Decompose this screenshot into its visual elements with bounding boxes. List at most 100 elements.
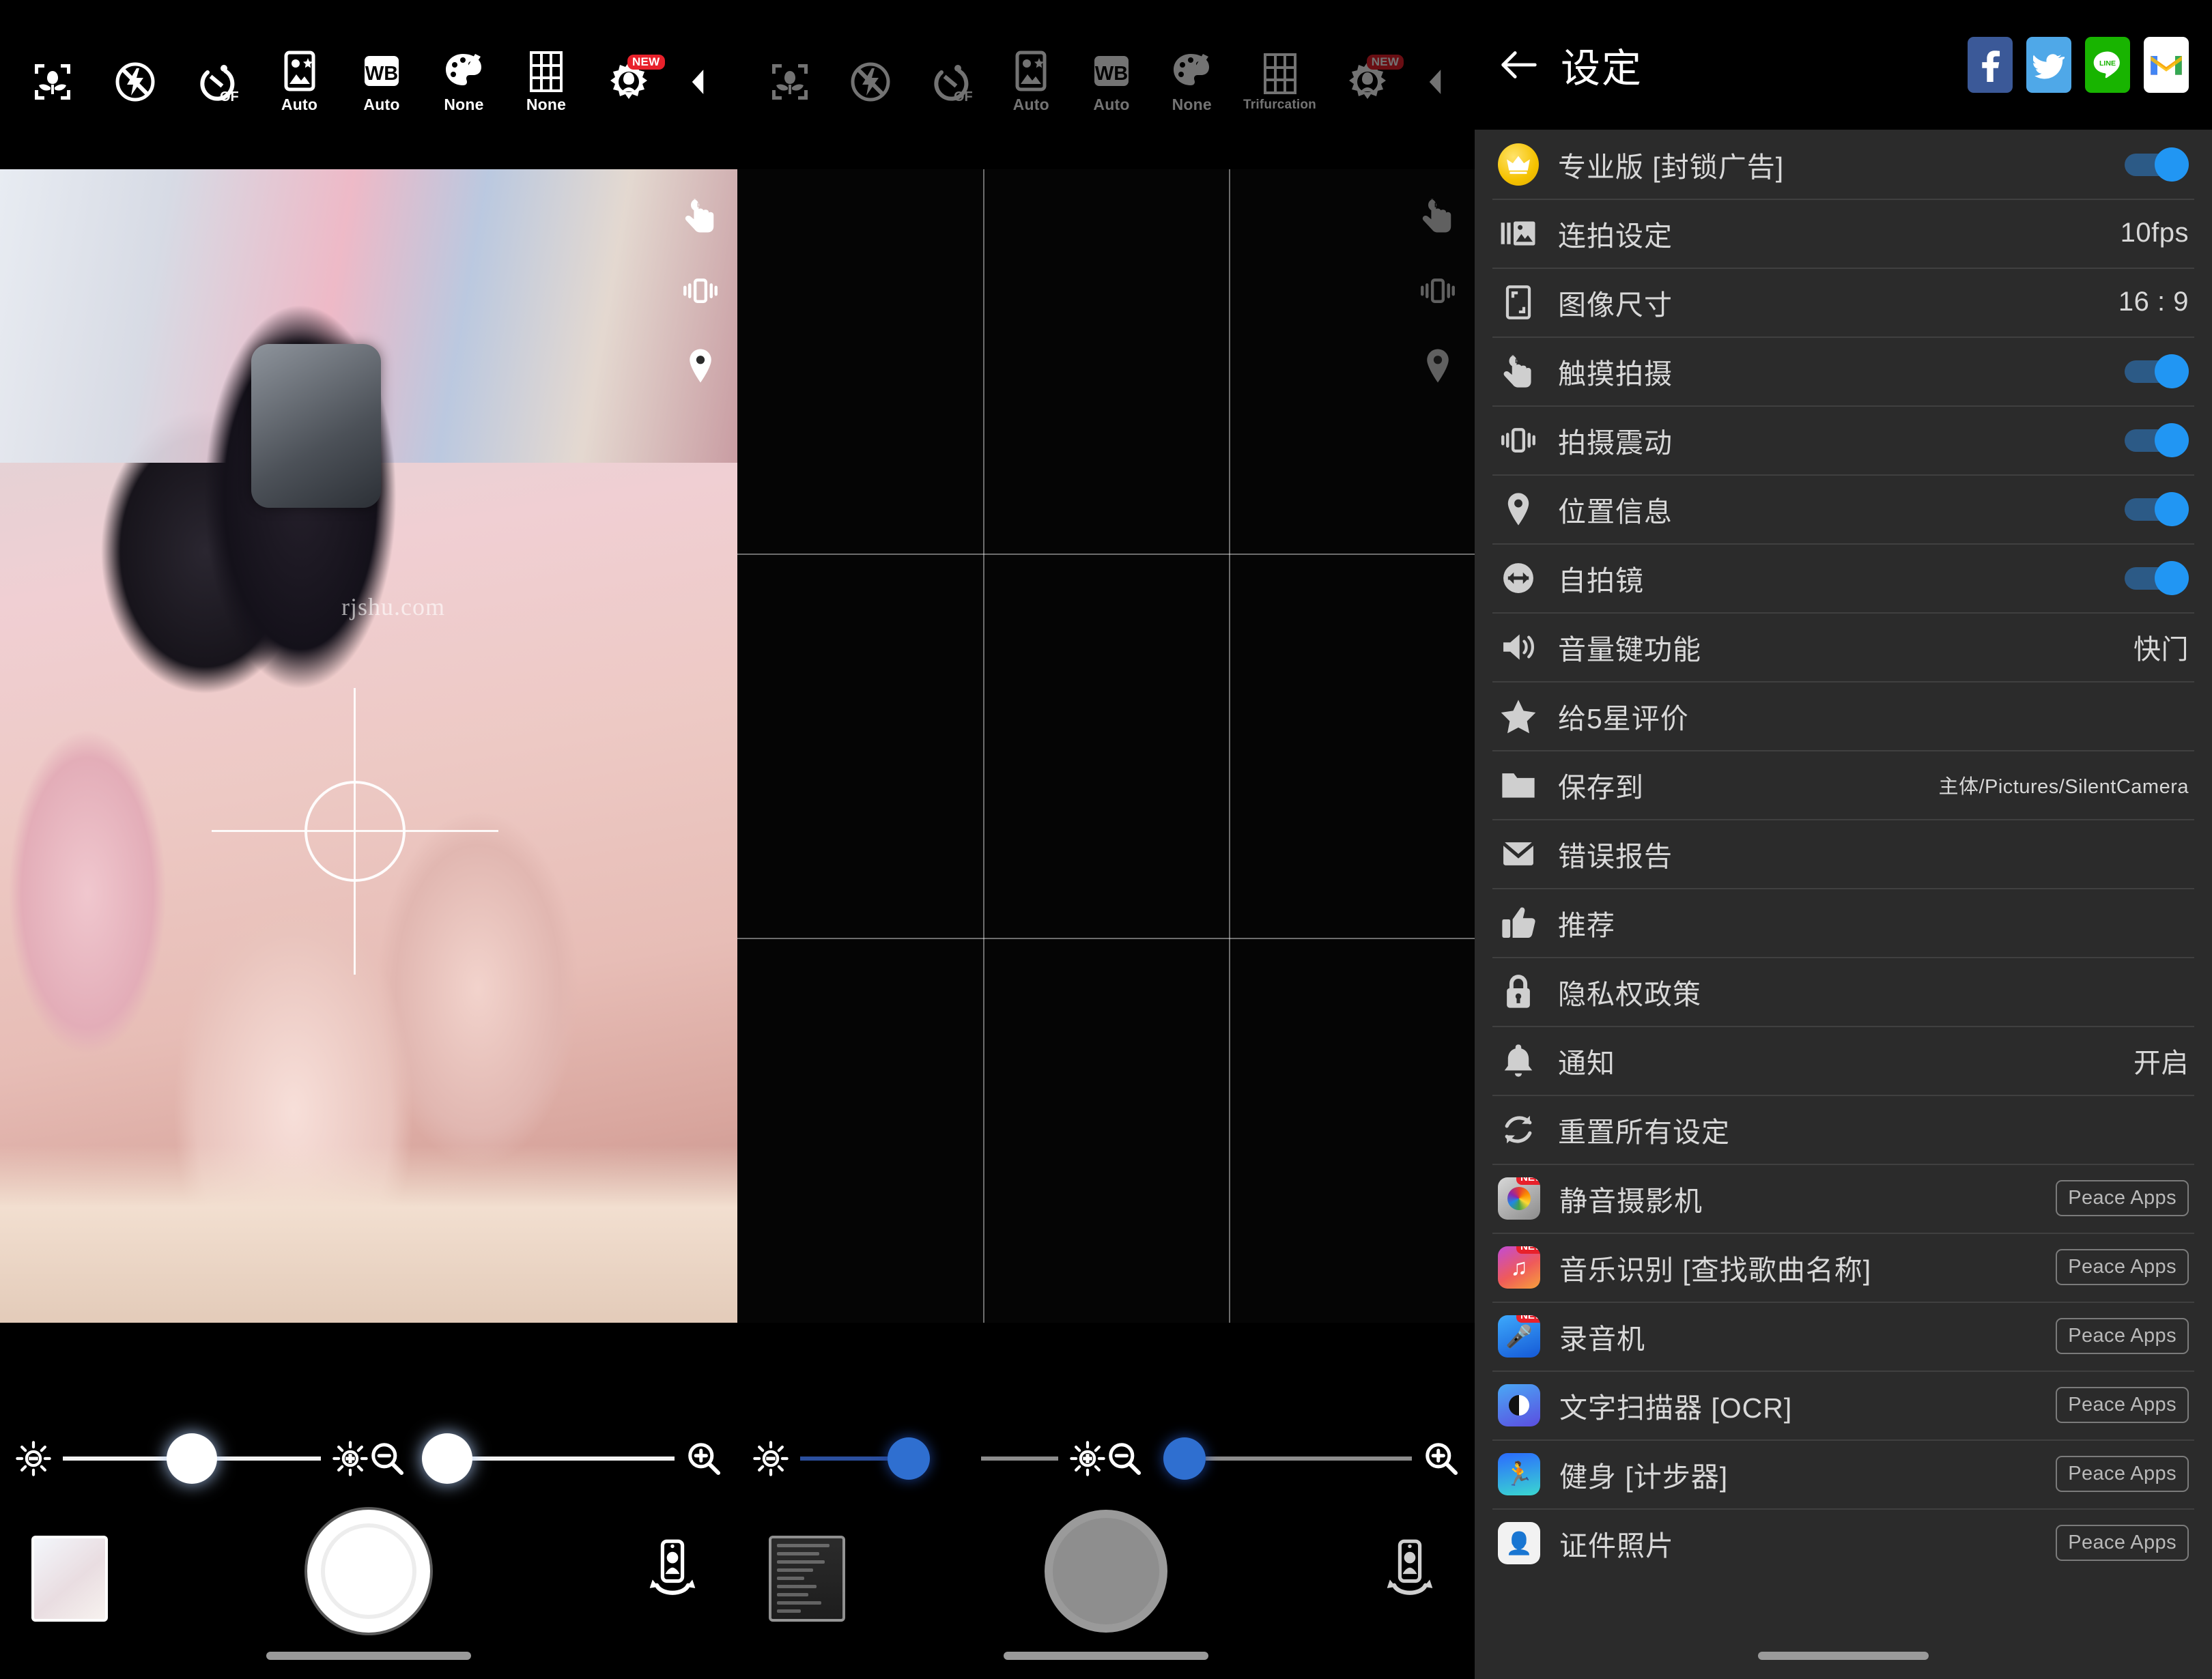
exposure-slider-2[interactable]	[800, 1437, 1058, 1480]
exposure-slider-1[interactable]	[63, 1433, 321, 1484]
viewfinder-2[interactable]	[737, 169, 1475, 1323]
brightness-decrease-icon[interactable]	[15, 1440, 52, 1477]
settings-button[interactable]: NEW	[595, 55, 665, 104]
settings-row-volume-key[interactable]: 音量键功能 快门	[1475, 612, 2212, 681]
settings-row-bug-report[interactable]: 错误报告	[1475, 819, 2212, 888]
settings-row-burst[interactable]: 连拍设定 10fps	[1475, 199, 2212, 268]
macro-button[interactable]	[19, 60, 86, 104]
app-row-id-photo[interactable]: 👤 证件照片 Peace Apps	[1475, 1508, 2212, 1577]
app-row-silent-camera[interactable]: NEW 静音摄影机 Peace Apps	[1475, 1164, 2212, 1233]
brightness-increase-icon[interactable]	[332, 1440, 369, 1477]
peace-apps-button[interactable]: Peace Apps	[2056, 1318, 2189, 1354]
settings-button-2[interactable]: NEW	[1334, 55, 1404, 104]
vibration-toggle[interactable]	[2123, 422, 2189, 457]
settings-row-vibration[interactable]: 拍摄震动	[1475, 405, 2212, 474]
last-photo-thumbnail[interactable]	[31, 1536, 108, 1622]
twitter-icon[interactable]	[2026, 37, 2071, 93]
peace-apps-button[interactable]: Peace Apps	[2056, 1249, 2189, 1285]
shutter-button-2[interactable]	[1045, 1510, 1167, 1633]
settings-row-recommend[interactable]: 推荐	[1475, 888, 2212, 957]
peace-apps-button[interactable]: Peace Apps	[2056, 1525, 2189, 1561]
grid-label-2: Trifurcation	[1243, 97, 1316, 112]
pro-version-toggle[interactable]	[2123, 147, 2189, 182]
action-bar-2	[737, 1480, 1475, 1637]
collapse-button-2[interactable]	[1415, 67, 1456, 97]
focus-reticle	[212, 688, 498, 975]
settings-row-pro-version[interactable]: 专业版 [封锁广告]	[1475, 130, 2212, 199]
timer-button-2[interactable]	[918, 60, 984, 104]
volume-icon	[1498, 627, 1539, 668]
settings-row-reset-all[interactable]: 重置所有设定	[1475, 1095, 2212, 1164]
grid-button[interactable]: None	[513, 50, 580, 114]
exposure-slider-group-2	[752, 1437, 1106, 1480]
settings-row-location[interactable]: 位置信息	[1475, 474, 2212, 543]
settings-row-label: 触摸拍摄	[1558, 358, 1673, 390]
settings-row-label: 隐私权政策	[1558, 978, 1701, 1010]
peace-apps-button[interactable]: Peace Apps	[2056, 1456, 2189, 1492]
settings-row-image-size[interactable]: 图像尺寸 16 : 9	[1475, 268, 2212, 336]
viewfinder-1[interactable]: rjshu.com	[0, 169, 737, 1323]
scene-mode-button[interactable]: Auto	[266, 50, 333, 114]
color-effect-button-2[interactable]: None	[1159, 50, 1225, 114]
settings-row-rate[interactable]: 给5星评价	[1475, 681, 2212, 750]
location-toggle[interactable]	[2123, 491, 2189, 526]
selfie-mirror-icon	[1498, 558, 1539, 599]
zoom-in-icon[interactable]	[1423, 1440, 1460, 1477]
last-photo-thumbnail-2[interactable]	[769, 1536, 845, 1622]
app-row-voice-recorder[interactable]: 🎤 NEW 录音机 Peace Apps	[1475, 1302, 2212, 1371]
zoom-out-icon[interactable]	[369, 1440, 406, 1477]
zoom-out-icon[interactable]	[1106, 1440, 1143, 1477]
macro-focus-icon	[31, 60, 74, 104]
settings-row-privacy-policy[interactable]: 隐私权政策	[1475, 957, 2212, 1026]
page-title: 设定	[1561, 46, 1643, 91]
share-icon-group	[1968, 37, 2189, 93]
settings-row-value: 开启	[2133, 1048, 2189, 1078]
zoom-slider-2[interactable]	[1154, 1437, 1412, 1480]
settings-row-label: 保存到	[1558, 771, 1644, 803]
collapse-button[interactable]	[677, 67, 718, 97]
settings-row-label: 重置所有设定	[1558, 1116, 1730, 1148]
shutter-button[interactable]	[307, 1510, 430, 1633]
switch-camera-button-2[interactable]	[1382, 1538, 1438, 1607]
gmail-icon[interactable]	[2144, 37, 2189, 93]
zoom-slider-1[interactable]	[416, 1433, 675, 1484]
vibration-icon	[1498, 420, 1539, 461]
grid-button-2[interactable]: Trifurcation	[1239, 52, 1321, 113]
collapse-arrow-icon	[1420, 67, 1450, 97]
touch-shutter-icon	[681, 197, 720, 235]
settings-row-selfie-mirror[interactable]: 自拍镜	[1475, 543, 2212, 612]
brightness-increase-icon[interactable]	[1069, 1440, 1106, 1477]
peace-apps-button[interactable]: Peace Apps	[2056, 1180, 2189, 1216]
vibration-icon	[681, 272, 720, 310]
white-balance-button-2[interactable]: Auto	[1078, 50, 1145, 114]
app-row-ocr-scanner[interactable]: 文字扫描器 [OCR] Peace Apps	[1475, 1371, 2212, 1439]
selfie-mirror-toggle[interactable]	[2123, 560, 2189, 595]
white-balance-icon	[360, 50, 403, 94]
app-row-fitness[interactable]: 🏃 健身 [计步器] Peace Apps	[1475, 1439, 2212, 1508]
peace-apps-button[interactable]: Peace Apps	[2056, 1387, 2189, 1423]
touch-shutter-toggle[interactable]	[2123, 354, 2189, 388]
switch-camera-button[interactable]	[644, 1538, 700, 1607]
thumbs-up-icon	[1498, 902, 1539, 943]
scene-mode-button-2[interactable]: Auto	[997, 50, 1064, 114]
line-icon[interactable]	[2085, 37, 2130, 93]
zoom-in-icon[interactable]	[685, 1440, 722, 1477]
star-icon	[1498, 695, 1539, 736]
timer-button[interactable]	[184, 60, 251, 104]
image-size-icon	[1498, 282, 1539, 323]
settings-row-save-to[interactable]: 保存到 主体/Pictures/SilentCamera	[1475, 750, 2212, 819]
facebook-icon[interactable]	[1968, 37, 2013, 93]
settings-row-value: 快门	[2133, 634, 2189, 665]
settings-row-notification[interactable]: 通知 开启	[1475, 1026, 2212, 1095]
home-indicator-3	[1758, 1652, 1929, 1660]
settings-row-touch-shutter[interactable]: 触摸拍摄	[1475, 336, 2212, 405]
flash-button-2[interactable]	[837, 60, 904, 104]
brightness-decrease-icon[interactable]	[752, 1440, 789, 1477]
back-arrow-icon[interactable]	[1498, 44, 1540, 86]
flash-button[interactable]	[102, 60, 169, 104]
white-balance-button[interactable]: Auto	[348, 50, 415, 114]
app-row-music-recognition[interactable]: ♫ NEW 音乐识别 [查找歌曲名称] Peace Apps	[1475, 1233, 2212, 1302]
macro-button-2[interactable]	[756, 60, 823, 104]
mail-icon	[1498, 833, 1539, 874]
color-effect-button[interactable]: None	[431, 50, 498, 114]
